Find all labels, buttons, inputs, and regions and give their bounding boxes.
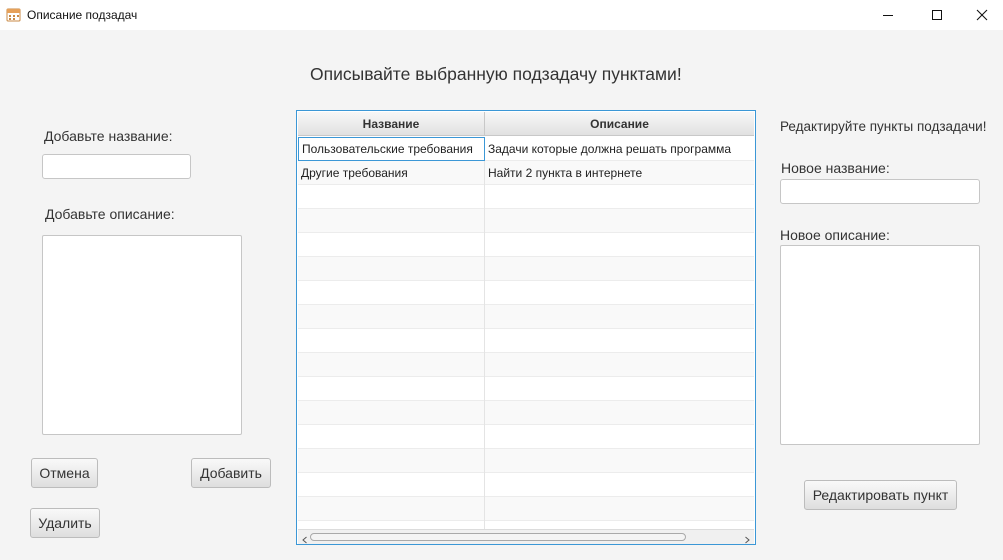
- scrollbar-thumb[interactable]: [310, 533, 686, 541]
- maximize-icon: [932, 10, 942, 20]
- window-title: Описание подзадач: [27, 8, 138, 22]
- delete-button[interactable]: Удалить: [30, 508, 100, 538]
- cancel-button[interactable]: Отмена: [31, 458, 98, 488]
- table-cell-description: Найти 2 пункта в интернете: [488, 166, 643, 180]
- scroll-left-icon[interactable]: [300, 532, 310, 544]
- empty-table-row: [298, 233, 754, 257]
- title-bar: Описание подзадач: [0, 0, 1003, 30]
- new-description-textarea[interactable]: [780, 245, 980, 445]
- empty-table-row: [298, 353, 754, 377]
- empty-table-row: [298, 257, 754, 281]
- table-row[interactable]: Пользовательские требования Задачи котор…: [298, 137, 754, 161]
- app-calendar-icon: [6, 7, 21, 22]
- close-button[interactable]: [959, 0, 1003, 30]
- empty-table-row: [298, 401, 754, 425]
- add-description-label: Добавьте описание:: [45, 206, 175, 222]
- horizontal-scrollbar[interactable]: [298, 529, 754, 544]
- add-name-input[interactable]: [42, 154, 191, 179]
- column-header-description[interactable]: Описание: [485, 112, 754, 136]
- table-cell-name: Пользовательские требования: [298, 137, 485, 161]
- new-name-input[interactable]: [780, 179, 980, 204]
- empty-table-row: [298, 473, 754, 497]
- minimize-button[interactable]: [865, 0, 911, 30]
- scroll-right-icon[interactable]: [742, 532, 752, 544]
- new-name-label: Новое название:: [781, 160, 890, 176]
- subtask-items-table[interactable]: Название Описание Пользовательские требо…: [296, 110, 756, 545]
- empty-table-row: [298, 377, 754, 401]
- add-button[interactable]: Добавить: [191, 458, 271, 488]
- table-row[interactable]: Другие требования Найти 2 пункта в интер…: [298, 161, 754, 185]
- add-name-label: Добавьте название:: [44, 128, 173, 144]
- empty-table-row: [298, 209, 754, 233]
- empty-table-row: [298, 497, 754, 521]
- edit-section-title: Редактируйте пункты подзадачи!: [780, 119, 987, 134]
- maximize-button[interactable]: [914, 0, 960, 30]
- empty-table-row: [298, 305, 754, 329]
- empty-table-row: [298, 329, 754, 353]
- empty-table-row: [298, 449, 754, 473]
- column-header-name[interactable]: Название: [298, 112, 485, 136]
- table-cell-description: Задачи которые должна решать программа: [488, 142, 732, 156]
- minimize-icon: [883, 15, 893, 16]
- empty-table-row: [298, 281, 754, 305]
- close-icon: [976, 9, 988, 21]
- add-description-textarea[interactable]: [42, 235, 242, 435]
- table-cell-name: Другие требования: [298, 161, 485, 185]
- edit-item-button[interactable]: Редактировать пункт: [804, 480, 957, 510]
- new-description-label: Новое описание:: [780, 227, 890, 243]
- table-header: Название Описание: [298, 112, 754, 136]
- empty-table-row: [298, 185, 754, 209]
- page-heading: Описывайте выбранную подзадачу пунктами!: [310, 64, 682, 84]
- empty-table-row: [298, 425, 754, 449]
